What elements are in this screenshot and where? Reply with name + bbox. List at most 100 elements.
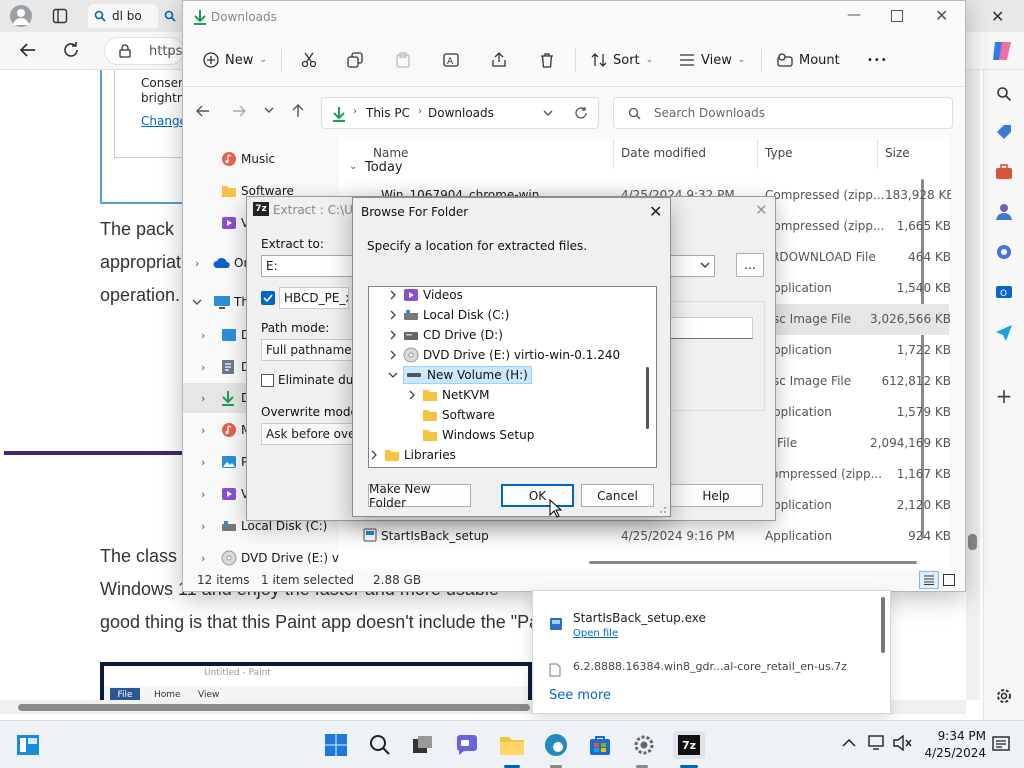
mute-volume-icon[interactable] bbox=[893, 735, 913, 751]
chevron-right-icon[interactable]: › bbox=[201, 392, 205, 405]
start-icon[interactable] bbox=[322, 731, 350, 759]
path-mode-select[interactable]: Full pathnames bbox=[261, 339, 355, 361]
folder-name-input[interactable]: HBCD_PE_x64 bbox=[279, 287, 349, 309]
7zip-taskbar-icon[interactable]: 7z bbox=[673, 731, 705, 759]
column-divider[interactable] bbox=[757, 139, 758, 169]
close-button[interactable]: ✕ bbox=[649, 202, 662, 221]
chat-icon[interactable] bbox=[453, 731, 481, 759]
mount-button[interactable]: Mount bbox=[777, 45, 840, 75]
breadcrumb[interactable]: › This PC › Downloads bbox=[321, 97, 599, 129]
refresh-icon[interactable] bbox=[574, 106, 588, 120]
details-view-icon[interactable] bbox=[919, 571, 939, 589]
chevron-right-icon[interactable] bbox=[387, 329, 399, 341]
chevron-right-icon[interactable]: › bbox=[201, 456, 205, 469]
breadcrumb-this-pc[interactable]: This PC bbox=[366, 106, 410, 120]
page-vertical-scrollbar[interactable] bbox=[966, 70, 980, 700]
download-item-name[interactable]: StartIsBack_setup.exe bbox=[573, 611, 706, 625]
chevron-down-icon[interactable] bbox=[700, 260, 710, 270]
scroll-thumb[interactable] bbox=[18, 704, 530, 711]
copilot-app-icon[interactable] bbox=[992, 240, 1016, 264]
group-header[interactable]: Today bbox=[365, 160, 403, 175]
chevron-right-icon[interactable] bbox=[387, 309, 399, 321]
settings-app-icon[interactable] bbox=[630, 731, 658, 759]
column-header-size[interactable]: Size bbox=[885, 146, 910, 160]
chevron-right-icon[interactable]: › bbox=[201, 520, 205, 533]
column-header-date[interactable]: Date modified bbox=[621, 146, 706, 160]
paste-button[interactable] bbox=[395, 45, 411, 75]
see-more-link[interactable]: See more bbox=[549, 688, 611, 703]
cancel-button[interactable]: Cancel bbox=[581, 484, 654, 507]
chevron-down-icon[interactable] bbox=[387, 369, 399, 381]
column-header-type[interactable]: Type bbox=[765, 146, 793, 160]
chevron-right-icon[interactable]: › bbox=[201, 361, 205, 374]
tree-item-libraries[interactable]: Libraries bbox=[369, 445, 456, 465]
make-new-folder-button[interactable]: Make New Folder bbox=[368, 482, 471, 510]
chevron-right-icon[interactable] bbox=[406, 389, 418, 401]
tree-item-netkvm[interactable]: NetKVM bbox=[406, 385, 490, 405]
address-input[interactable]: https bbox=[104, 37, 184, 65]
column-header-name[interactable]: Name bbox=[373, 146, 408, 160]
recent-chevron-icon[interactable] bbox=[263, 104, 275, 116]
back-arrow-icon[interactable] bbox=[18, 40, 38, 60]
tree-item-dvd-drive[interactable]: DVD Drive (E:) virtio-win-0.1.240 bbox=[387, 345, 620, 365]
browser-tab[interactable]: dl bo bbox=[88, 4, 158, 28]
chevron-right-icon[interactable] bbox=[387, 289, 399, 301]
widgets-icon[interactable] bbox=[14, 731, 42, 759]
chevron-down-icon[interactable] bbox=[542, 107, 554, 119]
flyout-scroll-thumb[interactable] bbox=[881, 597, 885, 653]
eliminate-duplicates-checkbox[interactable] bbox=[261, 374, 274, 387]
chevron-right-icon[interactable]: › bbox=[201, 329, 205, 342]
chevron-up-icon[interactable] bbox=[842, 738, 856, 748]
breadcrumb-downloads[interactable]: Downloads bbox=[428, 106, 494, 120]
sort-button[interactable]: Sort ⌄ bbox=[591, 45, 653, 75]
chevron-right-icon[interactable]: › bbox=[201, 488, 205, 501]
edge-icon[interactable] bbox=[542, 731, 570, 759]
file-explorer-icon[interactable] bbox=[498, 731, 526, 759]
tree-item-videos[interactable]: Videos bbox=[387, 287, 463, 305]
download-item-name[interactable]: 6.2.8888.16384.win8_gdr...al-core_retail… bbox=[573, 660, 847, 673]
minimize-button[interactable]: — bbox=[847, 7, 861, 23]
chevron-right-icon[interactable]: › bbox=[201, 424, 205, 437]
person-icon[interactable] bbox=[992, 200, 1016, 224]
share-button[interactable] bbox=[491, 45, 507, 75]
gear-icon[interactable] bbox=[992, 684, 1016, 708]
resize-grip-icon[interactable] bbox=[657, 504, 667, 514]
profile-avatar[interactable] bbox=[10, 5, 32, 27]
browser-close-icon[interactable]: ✕ bbox=[991, 7, 1004, 26]
up-arrow-icon[interactable] bbox=[290, 103, 306, 119]
send-icon[interactable] bbox=[992, 320, 1016, 344]
network-icon[interactable] bbox=[868, 735, 886, 751]
outlook-icon[interactable]: O bbox=[992, 280, 1016, 304]
list-horizontal-scrollbar[interactable] bbox=[589, 561, 917, 564]
more-options-button[interactable]: ••• bbox=[867, 45, 888, 75]
tree-item-cd-drive[interactable]: CD Drive (D:) bbox=[387, 325, 503, 345]
nav-item-music[interactable]: Music bbox=[183, 144, 323, 174]
add-icon[interactable]: + bbox=[992, 384, 1016, 408]
close-button[interactable]: ✕ bbox=[755, 201, 768, 219]
search-icon[interactable] bbox=[992, 82, 1016, 106]
tree-item-windows-setup[interactable]: Windows Setup bbox=[422, 425, 534, 445]
folder-tree[interactable]: Videos Local Disk (C:) CD Drive (D:) DVD… bbox=[368, 286, 657, 468]
file-row[interactable]: StartIsBack_setup 4/25/2024 9:16 PM Appl… bbox=[339, 521, 951, 552]
tag-icon[interactable] bbox=[992, 120, 1016, 144]
chevron-right-icon[interactable]: › bbox=[201, 552, 205, 565]
view-button[interactable]: View ⌄ bbox=[679, 45, 745, 75]
column-divider[interactable] bbox=[613, 139, 614, 169]
search-icon[interactable] bbox=[366, 731, 394, 759]
chevron-right-icon[interactable] bbox=[387, 349, 399, 361]
back-arrow-icon[interactable] bbox=[195, 103, 211, 119]
column-divider[interactable] bbox=[877, 139, 878, 169]
store-icon[interactable] bbox=[586, 731, 614, 759]
tree-item-software[interactable]: Software bbox=[422, 405, 495, 425]
chevron-right-icon[interactable]: › bbox=[195, 257, 199, 270]
tree-item-new-volume[interactable]: New Volume (H:) bbox=[387, 365, 532, 385]
forward-arrow-icon[interactable] bbox=[231, 103, 247, 119]
clock-date[interactable]: 4/25/2024 bbox=[924, 746, 986, 760]
close-button[interactable]: ✕ bbox=[935, 6, 948, 25]
browse-button[interactable]: ... bbox=[736, 253, 764, 277]
tree-item-local-disk[interactable]: Local Disk (C:) bbox=[387, 305, 509, 325]
maximize-button[interactable] bbox=[891, 10, 903, 22]
tiles-view-icon[interactable] bbox=[943, 574, 955, 586]
copilot-icon[interactable] bbox=[989, 38, 1015, 64]
task-view-icon[interactable] bbox=[409, 731, 437, 759]
